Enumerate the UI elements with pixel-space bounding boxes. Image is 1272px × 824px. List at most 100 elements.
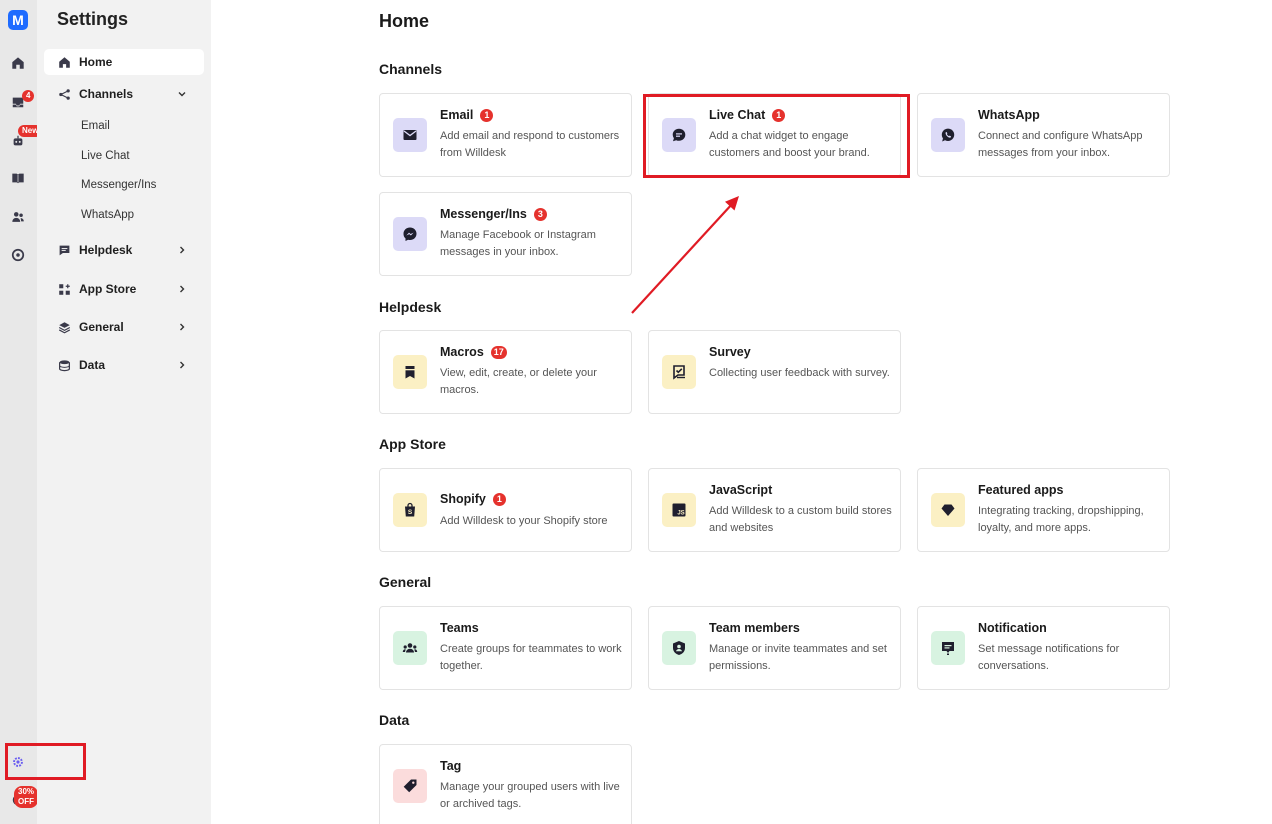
sidebar-item-app-store[interactable]: App Store — [44, 276, 204, 302]
chevron-right-icon — [180, 246, 185, 254]
share-icon — [58, 88, 71, 101]
user-shield-icon — [662, 631, 696, 665]
icon-rail: M 4 New $ 30% OFF — [0, 0, 43, 824]
sidebar-item-label: General — [79, 320, 124, 334]
settings-sidebar: Settings Home Channels Email Live Chat M… — [37, 0, 211, 824]
card-title: Email — [440, 108, 474, 122]
sidebar-item-label: App Store — [79, 282, 137, 296]
card-title: Survey — [709, 345, 751, 359]
card-title: Tag — [440, 759, 462, 773]
rail-home-button[interactable] — [7, 52, 29, 74]
card-title: Notification — [978, 621, 1047, 635]
envelope-icon — [393, 118, 427, 152]
users-icon — [12, 212, 24, 222]
chat-icon — [58, 244, 71, 257]
whatsapp-icon — [931, 118, 965, 152]
card-description: Manage Facebook or Instagram messages in… — [440, 229, 596, 258]
card-title: WhatsApp — [978, 108, 1040, 122]
card-description: Manage your grouped users with live or a… — [440, 781, 620, 810]
sidebar-item-label: Helpdesk — [79, 243, 133, 257]
count-badge: 1 — [480, 108, 494, 122]
javascript-icon-label: JS — [677, 510, 684, 516]
sidebar-item-label: Data — [79, 358, 106, 372]
card-team-members[interactable]: Team members Manage or invite teammates … — [648, 606, 901, 690]
svg-text:S: S — [408, 509, 413, 516]
sidebar-item-data[interactable]: Data — [44, 352, 204, 378]
shopify-icon: S — [393, 493, 427, 527]
card-survey[interactable]: Survey Collecting user feedback with sur… — [648, 330, 901, 414]
card-title: Team members — [709, 621, 800, 635]
diamond-icon — [931, 493, 965, 527]
notification-icon — [931, 631, 965, 665]
database-icon — [58, 359, 71, 372]
card-macros[interactable]: Macros 17 View, edit, create, or delete y… — [379, 330, 632, 414]
card-description: Set message notifications for conversati… — [978, 643, 1120, 672]
card-featured-apps[interactable]: Featured apps Integrating tracking, drop… — [917, 468, 1170, 552]
settings-page: M 4 New $ 30% OFF Settings — [0, 0, 1272, 824]
section-title-general: General — [379, 574, 432, 590]
chevron-right-icon — [180, 323, 185, 331]
card-title: Macros — [440, 345, 484, 359]
card-teams[interactable]: Teams Create groups for teammates to wor… — [379, 606, 632, 690]
card-title: Shopify — [440, 492, 486, 506]
card-description: Integrating tracking, dropshipping, loya… — [978, 505, 1144, 534]
book-icon — [12, 173, 24, 184]
card-title: Teams — [440, 621, 479, 635]
card-description: Add Willdesk to your Shopify store — [440, 515, 608, 527]
chevron-down-icon — [178, 92, 186, 97]
section-title-data: Data — [379, 712, 410, 728]
sidebar-subitem-messenger[interactable]: Messenger/Ins — [81, 179, 156, 191]
card-whatsapp[interactable]: WhatsApp Connect and configure WhatsApp … — [917, 93, 1170, 177]
rail-analytics-button[interactable] — [7, 244, 29, 266]
aperture-icon — [11, 248, 25, 262]
section-title-helpdesk: Helpdesk — [379, 299, 442, 315]
sidebar-subitem-live-chat[interactable]: Live Chat — [81, 150, 130, 162]
section-title-app-store: App Store — [379, 436, 446, 452]
page-title: Home — [379, 11, 430, 31]
card-description: Add Willdesk to a custom build stores an… — [709, 505, 892, 534]
sidebar-subitem-email[interactable]: Email — [81, 120, 110, 132]
app-logo[interactable]: M — [8, 10, 28, 30]
sidebar-item-home[interactable]: Home — [44, 49, 204, 75]
card-javascript[interactable]: JS JavaScript Add Willdesk to a custom b… — [648, 468, 901, 552]
sidebar-item-helpdesk[interactable]: Helpdesk — [44, 237, 204, 263]
count-badge: 3 — [533, 207, 547, 221]
group-icon — [393, 631, 427, 665]
rail-knowledge-button[interactable] — [7, 167, 29, 189]
layers-icon — [58, 321, 71, 334]
sidebar-title: Settings — [57, 9, 129, 29]
card-title: Featured apps — [978, 483, 1064, 497]
home-icon — [12, 57, 24, 69]
card-title: Messenger/Ins — [440, 207, 527, 221]
count-badge: 1 — [492, 492, 506, 506]
survey-icon — [662, 355, 696, 389]
home-icon — [58, 56, 71, 69]
bookmark-icon — [393, 355, 427, 389]
sidebar-item-general[interactable]: General — [44, 314, 204, 340]
tag-icon — [393, 769, 427, 803]
chevron-right-icon — [180, 285, 185, 293]
card-description: Manage or invite teammates and set permi… — [709, 643, 887, 672]
javascript-icon: JS — [662, 493, 696, 527]
sidebar-item-channels[interactable]: Channels — [44, 81, 204, 107]
messenger-icon — [393, 217, 427, 251]
card-description: Connect and configure WhatsApp messages … — [978, 130, 1143, 159]
card-description: Create groups for teammates to work toge… — [440, 643, 622, 672]
card-email[interactable]: Email 1 Add email and respond to customer… — [379, 93, 632, 177]
apps-icon — [58, 283, 71, 296]
card-notification[interactable]: Notification Set message notifications f… — [917, 606, 1170, 690]
sidebar-subitem-whatsapp[interactable]: WhatsApp — [81, 209, 134, 221]
card-messenger[interactable]: Messenger/Ins 3 Manage Facebook or Instag… — [379, 192, 632, 276]
annotation-highlight-live-chat — [643, 94, 910, 178]
sidebar-item-label: Channels — [79, 87, 134, 101]
count-badge: 17 — [490, 345, 507, 359]
chevron-right-icon — [180, 361, 185, 369]
section-title-channels: Channels — [379, 61, 443, 77]
annotation-highlight-settings — [5, 743, 86, 780]
sidebar-item-label: Home — [79, 55, 113, 69]
rail-contacts-button[interactable] — [7, 206, 29, 228]
card-tag[interactable]: Tag Manage your grouped users with live … — [379, 744, 632, 824]
promo-badge: 30% OFF — [14, 786, 39, 808]
inbox-count-badge: 4 — [22, 90, 35, 102]
card-shopify[interactable]: S Shopify 1 Add Willdesk to your Shopify … — [379, 468, 632, 552]
